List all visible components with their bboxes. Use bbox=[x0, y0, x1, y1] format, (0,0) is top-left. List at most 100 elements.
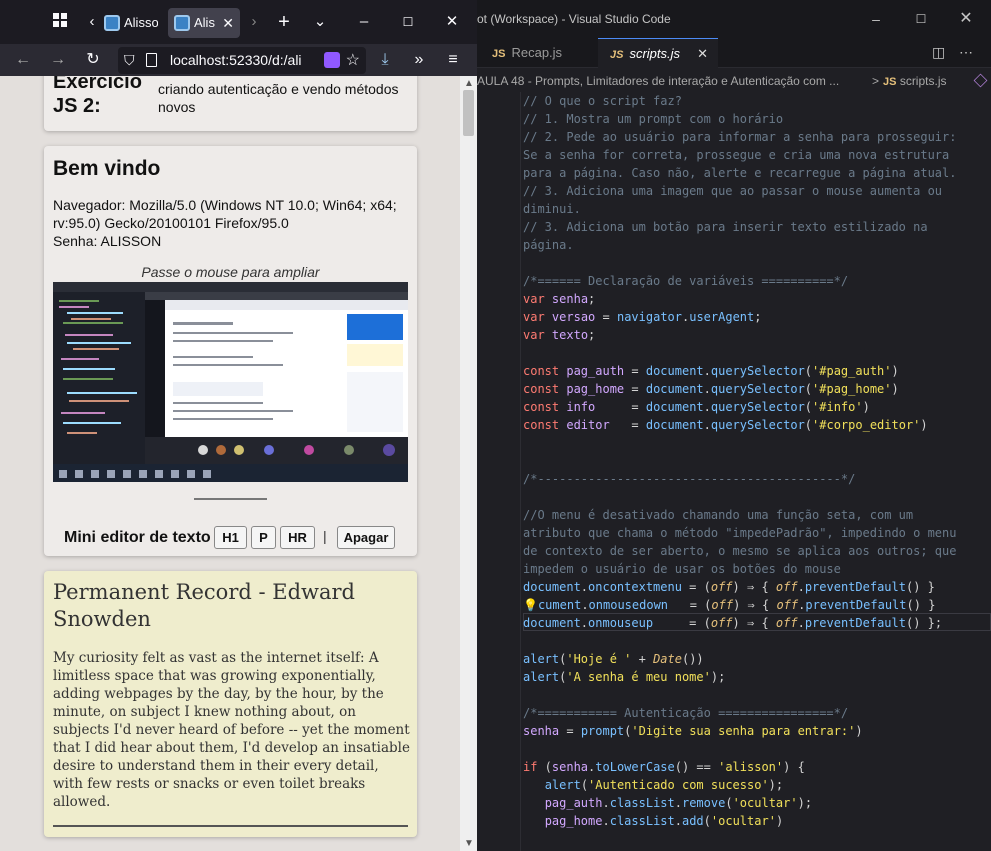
breadcrumb-file[interactable]: JS scripts.js bbox=[883, 70, 946, 92]
js-file-icon: JS bbox=[883, 76, 897, 88]
code-line: /*====== Declaração de variáveis =======… bbox=[523, 274, 849, 288]
code-line: const editor = document.querySelector('#… bbox=[523, 418, 928, 432]
code-line: para a página. Caso não, alerte e recarr… bbox=[523, 166, 957, 180]
welcome-card: Bem vindo Navegador: Mozilla/5.0 (Window… bbox=[44, 146, 417, 556]
code-line: alert('Hoje é ' + Date()) bbox=[523, 652, 704, 666]
welcome-title: Bem vindo bbox=[53, 157, 161, 180]
breadcrumb-folder[interactable]: AULA 48 - Prompts, Limitadores de intera… bbox=[477, 74, 839, 88]
overflow-icon[interactable]: » bbox=[408, 49, 430, 71]
shield-icon[interactable]: ⛉ bbox=[124, 47, 135, 74]
code-line: pag_home.classList.add('ocultar') bbox=[544, 814, 784, 828]
code-line: const pag_auth = document.querySelector(… bbox=[523, 364, 899, 378]
exercise-heading: Exercício JS 2: bbox=[53, 76, 142, 117]
forward-icon[interactable]: → bbox=[47, 49, 69, 71]
split-editor-icon[interactable]: ◫ bbox=[932, 44, 945, 61]
breadcrumb: AULA 48 - Prompts, Limitadores de intera… bbox=[477, 70, 991, 92]
p-button[interactable]: P bbox=[251, 526, 276, 549]
vscode-window: ot (Workspace) - Visual Studio Code – ☐ … bbox=[477, 0, 991, 851]
code-line: de contexto de ser aberto, o mesmo se ap… bbox=[523, 544, 957, 558]
page-scrollbar[interactable]: ▲ ▼ bbox=[460, 76, 477, 851]
windows-grid-icon[interactable] bbox=[50, 12, 70, 32]
code-line: // 3. Adiciona um botão para inserir tex… bbox=[523, 220, 928, 234]
firefox-tab-bar: ‹ Alisso Alis ✕ › + ⌄ – ☐ ✕ bbox=[0, 0, 477, 44]
code-line: // 2. Pede ao usuário para informar a se… bbox=[523, 130, 957, 144]
browser-tab-1[interactable]: Alisso bbox=[98, 8, 158, 38]
screenshot-image[interactable] bbox=[53, 282, 408, 482]
js-file-icon: JS bbox=[610, 49, 624, 61]
close-tab-icon[interactable]: ✕ bbox=[697, 39, 708, 69]
symbol-icon[interactable] bbox=[973, 73, 988, 88]
navigator-line-2: rv:95.0) Gecko/20100101 Firefox/95.0 bbox=[53, 215, 289, 231]
editor-content-card[interactable]: Permanent Record - Edward Snowden My cur… bbox=[44, 571, 417, 837]
menu-icon[interactable]: ≡ bbox=[442, 49, 464, 71]
close-window-icon[interactable]: ✕ bbox=[442, 12, 462, 32]
mini-editor-label: Mini editor de texto bbox=[64, 529, 211, 546]
code-line: var versao = navigator.userAgent; bbox=[523, 310, 762, 324]
code-line: const pag_home = document.querySelector(… bbox=[523, 382, 899, 396]
tab-recap-js[interactable]: JS Recap.js bbox=[480, 38, 598, 68]
hr-button[interactable]: HR bbox=[280, 526, 315, 549]
maximize-icon[interactable]: ☐ bbox=[398, 12, 418, 32]
exercise-description: criando autenticação e vendo métodos nov… bbox=[158, 81, 399, 115]
tab-scripts-js[interactable]: JS scripts.js ✕ bbox=[598, 38, 718, 68]
zoom-hint: Passe o mouse para ampliar bbox=[141, 264, 320, 280]
js-file-icon: JS bbox=[492, 48, 506, 60]
page-icon bbox=[146, 53, 157, 67]
h1-button[interactable]: H1 bbox=[214, 526, 247, 549]
back-icon[interactable]: ← bbox=[12, 49, 34, 71]
tab-scroll-right-icon[interactable]: › bbox=[244, 12, 264, 32]
code-line: var texto; bbox=[523, 328, 596, 342]
code-line: //O menu é desativado chamando uma funçã… bbox=[523, 508, 914, 522]
vscode-title: ot (Workspace) - Visual Studio Code bbox=[477, 12, 671, 26]
clear-button[interactable]: Apagar bbox=[337, 526, 395, 549]
code-line: senha = prompt('Digite sua senha para en… bbox=[523, 724, 863, 738]
firefox-nav-bar: ← → ↻ ⛉ localhost:52330/d:/ali ☆ ⤓ » ≡ bbox=[0, 44, 477, 76]
code-line: Se a senha for correta, prossegue e cria… bbox=[523, 148, 950, 162]
firefox-window: ‹ Alisso Alis ✕ › + ⌄ – ☐ ✕ ← → ↻ ⛉ loca… bbox=[0, 0, 477, 851]
scrollbar-thumb[interactable] bbox=[463, 90, 474, 136]
close-window-icon[interactable]: ✕ bbox=[943, 0, 989, 38]
minimize-icon[interactable]: – bbox=[354, 12, 374, 32]
close-tab-icon[interactable]: ✕ bbox=[222, 8, 234, 38]
new-tab-icon[interactable]: + bbox=[274, 12, 294, 32]
code-line: página. bbox=[523, 238, 574, 252]
code-line: pag_auth.classList.remove('ocultar'); bbox=[544, 796, 813, 810]
code-line: var senha; bbox=[523, 292, 596, 306]
browser-tab-2[interactable]: Alis ✕ bbox=[168, 8, 240, 38]
code-line: const info = document.querySelector('#in… bbox=[523, 400, 870, 414]
vscode-title-bar: ot (Workspace) - Visual Studio Code – ☐ … bbox=[477, 0, 991, 38]
exercise-card: Exercício JS 2: criando autenticação e v… bbox=[44, 76, 417, 131]
divider bbox=[194, 498, 267, 500]
url-bar[interactable]: ⛉ localhost:52330/d:/ali ☆ bbox=[118, 47, 366, 74]
code-line: impedem o usuário de usar os botões do m… bbox=[523, 562, 841, 576]
more-actions-icon[interactable]: ⋯ bbox=[959, 44, 973, 61]
code-line: alert('Autenticado com sucesso'); bbox=[544, 778, 784, 792]
maximize-icon[interactable]: ☐ bbox=[898, 0, 944, 38]
code-line: // 3. Adiciona uma imagem que ao passar … bbox=[523, 184, 943, 198]
info-block: Navegador: Mozilla/5.0 (Windows NT 10.0;… bbox=[53, 196, 411, 250]
code-line: document.oncontextmenu = (off) ⇒ { off.p… bbox=[523, 580, 935, 594]
star-icon[interactable]: ☆ bbox=[346, 47, 360, 74]
content-divider bbox=[53, 825, 408, 827]
reload-icon[interactable]: ↻ bbox=[82, 49, 104, 71]
code-line: // 1. Mostra um prompt com o horário bbox=[523, 112, 784, 126]
code-line: 💡cument.onmousedown = (off) ⇒ { off.prev… bbox=[523, 598, 936, 612]
code-line: /*=========== Autenticação =============… bbox=[523, 706, 849, 720]
minimize-icon[interactable]: – bbox=[853, 0, 899, 38]
breadcrumb-file-label: scripts.js bbox=[899, 74, 947, 88]
favicon-icon bbox=[174, 15, 190, 31]
browser-tab-1-label: Alisso bbox=[124, 15, 158, 30]
editor-gutter bbox=[477, 92, 521, 851]
toolbar-separator: | bbox=[323, 528, 327, 544]
scroll-down-icon[interactable]: ▼ bbox=[464, 838, 474, 849]
code-line: alert('A senha é meu nome'); bbox=[523, 670, 726, 684]
navigator-line-1: Navegador: Mozilla/5.0 (Windows NT 10.0;… bbox=[53, 197, 397, 213]
tab-label: scripts.js bbox=[629, 46, 681, 61]
editor-content-title: Permanent Record - Edward Snowden bbox=[53, 580, 355, 631]
download-icon[interactable]: ⤓ bbox=[374, 49, 396, 71]
scroll-up-icon[interactable]: ▲ bbox=[464, 78, 474, 89]
chevron-down-icon[interactable]: ⌄ bbox=[310, 12, 330, 32]
extension-icon[interactable] bbox=[324, 52, 340, 68]
chevron-right-icon: > bbox=[872, 74, 880, 88]
url-text: localhost:52330/d:/ali bbox=[170, 52, 302, 68]
